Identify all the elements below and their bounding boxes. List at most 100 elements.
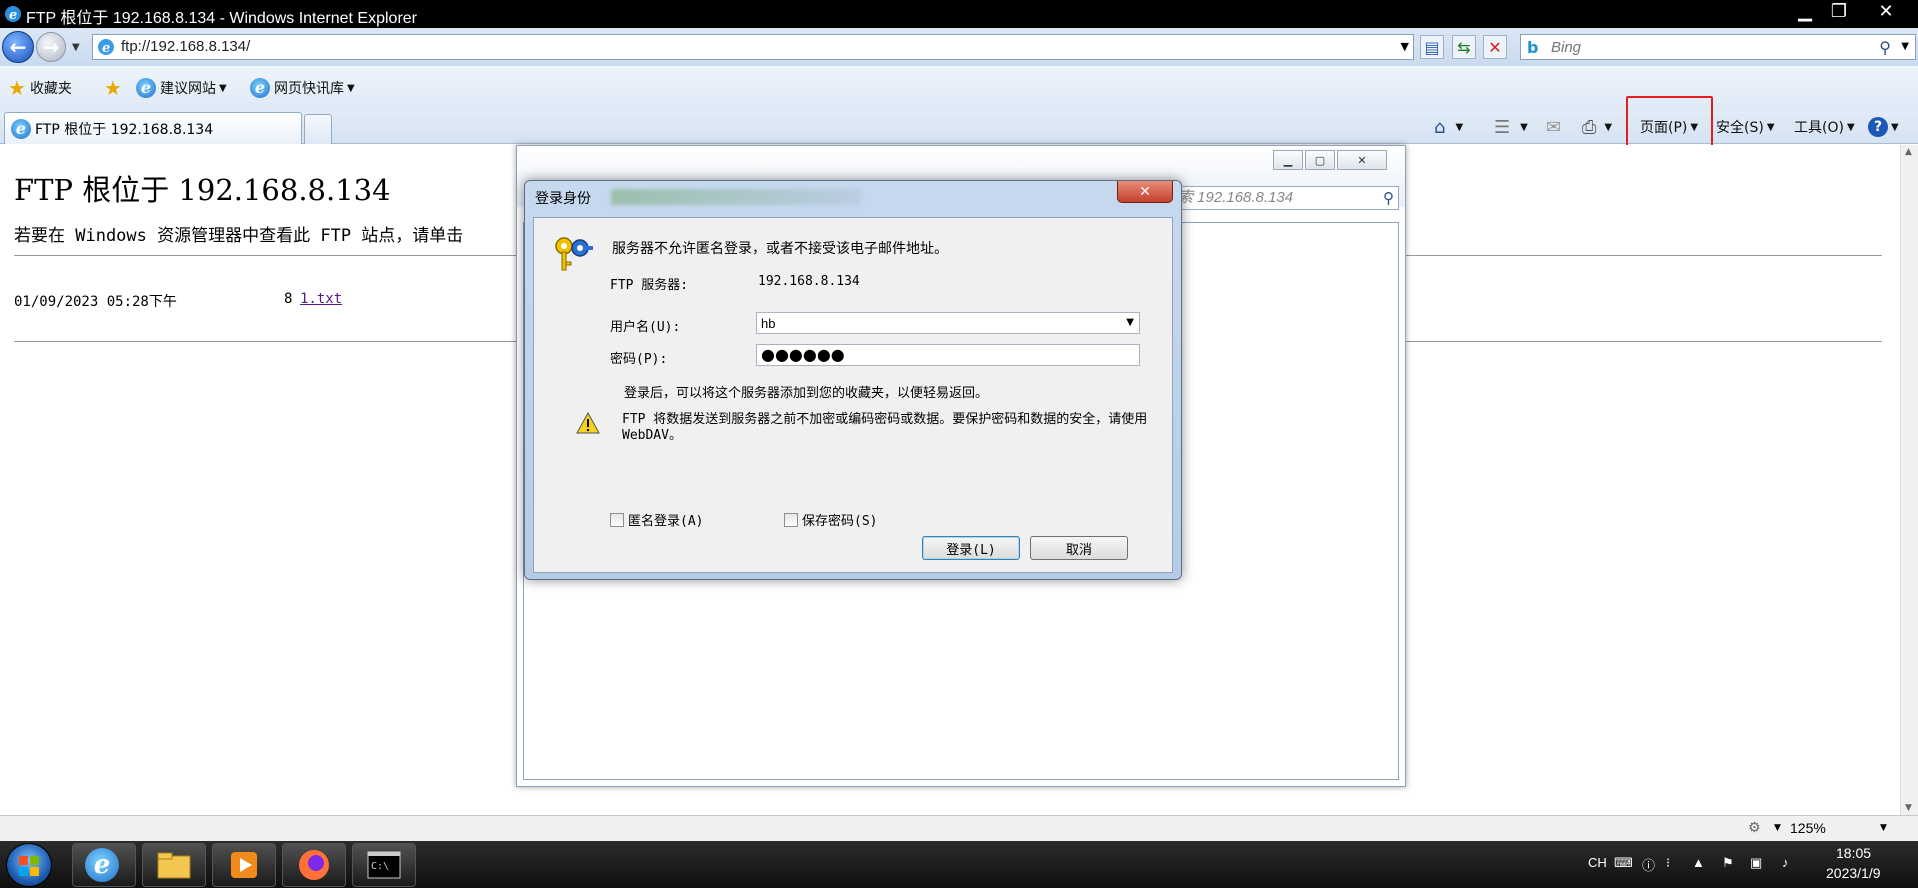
suggested-sites-button[interactable]: e 建议网站 ▼ — [136, 77, 227, 99]
login-dialog: 登录身份 ✕ 服务器不允许匿名登录，或者不接受该电子邮件地址。 FTP 服务器:… — [524, 180, 1182, 580]
explorer-maximize-button[interactable]: ▢ — [1305, 150, 1335, 170]
chevron-down-icon: ▼ — [1891, 121, 1899, 133]
language-indicator[interactable]: CH — [1588, 855, 1607, 870]
home-button[interactable]: ⌂ ▼ — [1434, 113, 1463, 141]
taskbar-explorer[interactable] — [142, 843, 206, 887]
username-label: 用户名(U): — [610, 320, 681, 335]
address-bar[interactable]: e ▼ — [92, 34, 1414, 60]
minimize-icon: ▁ — [1798, 0, 1812, 22]
cancel-button[interactable]: 取消 — [1030, 536, 1128, 560]
feeds-button[interactable]: ☰ ▼ — [1494, 113, 1528, 141]
firefox-icon — [299, 850, 329, 880]
window-title: FTP 根位于 192.168.8.134 - Windows Internet… — [26, 10, 417, 27]
start-button[interactable] — [6, 843, 52, 887]
protected-mode-icon[interactable]: ⚙ — [1748, 820, 1761, 836]
scroll-up-icon[interactable]: ▲ — [1905, 147, 1912, 157]
warning-icon — [576, 412, 600, 434]
address-input[interactable] — [121, 38, 1371, 55]
file-link[interactable]: 1.txt — [300, 291, 342, 307]
ime-options-icon[interactable]: ⁝ — [1666, 855, 1670, 871]
scroll-down-icon[interactable]: ▼ — [1905, 803, 1912, 813]
vertical-scrollbar[interactable]: ▲ ▼ — [1900, 145, 1918, 815]
bing-icon: b — [1527, 38, 1539, 57]
read-mail-button[interactable]: ✉ — [1546, 113, 1561, 141]
tools-menu-label: 工具(O) — [1794, 120, 1844, 136]
anonymous-login-checkbox[interactable]: 匿名登录(A) — [610, 510, 703, 529]
search-icon[interactable]: ⚲ — [1879, 38, 1891, 57]
help-button[interactable]: ? ▼ — [1868, 113, 1899, 141]
add-favorites-button[interactable]: ★ — [104, 76, 126, 100]
login-button[interactable]: 登录(L) — [922, 536, 1020, 560]
forward-button[interactable]: → — [36, 32, 66, 62]
taskbar-cmd[interactable]: C:\ — [352, 843, 416, 887]
save-password-checkbox[interactable]: 保存密码(S) — [784, 510, 877, 529]
explorer-search-box[interactable]: 索 192.168.8.134 ⚲ — [1173, 186, 1399, 210]
file-size: 8 — [284, 291, 293, 307]
svg-text:e: e — [102, 41, 110, 56]
clock-time[interactable]: 18:05 — [1836, 845, 1871, 861]
chevron-down-icon: ▼ — [1455, 121, 1464, 133]
stop-button[interactable]: ✕ — [1483, 35, 1507, 59]
folder-icon — [157, 852, 191, 879]
close-icon: ✕ — [1357, 153, 1367, 167]
page-menu-highlight — [1626, 96, 1713, 150]
refresh-button[interactable]: ⇆ — [1452, 35, 1476, 59]
print-button[interactable]: ⎙ ▼ — [1582, 113, 1612, 141]
taskbar-firefox[interactable] — [282, 843, 346, 887]
search-box[interactable]: b ⚲ ▼ — [1520, 34, 1916, 60]
home-icon: ⌂ — [1434, 116, 1446, 138]
suggested-sites-label: 建议网站 — [160, 81, 216, 97]
arrow-right-icon: → — [42, 35, 60, 59]
taskbar-media-player[interactable] — [212, 843, 276, 887]
network-icon[interactable]: ▣ — [1750, 855, 1762, 871]
chevron-down-icon[interactable]: ▼ — [1880, 823, 1887, 833]
status-bar: ⚙ ▼ 125% ▼ — [0, 815, 1918, 841]
back-button[interactable]: ← — [2, 31, 34, 63]
recent-pages-dropdown[interactable]: ▼ — [72, 42, 80, 53]
close-button[interactable]: ✕ — [1856, 0, 1916, 22]
web-slice-gallery-button[interactable]: e 网页快讯库 ▼ — [250, 77, 355, 99]
search-input[interactable] — [1551, 37, 1871, 57]
checkbox-box[interactable] — [610, 512, 624, 527]
tab-ftp-root[interactable]: e FTP 根位于 192.168.8.134 — [4, 112, 302, 144]
ftp-server-label: FTP 服务器: — [610, 278, 689, 293]
show-hidden-icons-icon[interactable]: ▲ — [1692, 855, 1705, 870]
address-dropdown-icon[interactable]: ▼ — [1401, 40, 1409, 53]
new-tab-button[interactable] — [304, 114, 332, 144]
taskbar: e C:\ CH ⌨ ⓘ ⁝ ▲ ⚑ ▣ ♪ 18:05 2023/1/9 — [0, 841, 1918, 888]
volume-icon[interactable]: ♪ — [1782, 855, 1789, 870]
safety-menu[interactable]: 安全(S) ▼ — [1716, 113, 1775, 141]
zoom-level[interactable]: 125% — [1790, 820, 1826, 836]
close-icon: ✕ — [1139, 183, 1151, 200]
username-combobox[interactable]: ▼ — [756, 312, 1140, 334]
search-dropdown-icon[interactable]: ▼ — [1901, 41, 1909, 52]
rss-icon: ☰ — [1494, 116, 1511, 138]
close-icon: ✕ — [1878, 0, 1894, 22]
help-tray-icon[interactable]: ⓘ — [1642, 855, 1655, 874]
favorites-button[interactable]: ★ 收藏夹 — [8, 76, 72, 100]
chevron-down-icon: ▼ — [1604, 121, 1613, 133]
ie-icon: e — [250, 78, 270, 98]
title-bar: e FTP 根位于 192.168.8.134 - Windows Intern… — [0, 0, 1918, 28]
tools-menu[interactable]: 工具(O) ▼ — [1794, 113, 1855, 141]
checkbox-box[interactable] — [784, 512, 798, 527]
explorer-minimize-button[interactable]: ▁ — [1273, 150, 1303, 170]
explorer-close-button[interactable]: ✕ — [1337, 150, 1387, 170]
svg-text:e: e — [9, 8, 17, 23]
taskbar-ie[interactable]: e — [72, 843, 136, 887]
keyboard-icon[interactable]: ⌨ — [1614, 855, 1633, 871]
chevron-down-icon: ▼ — [347, 82, 355, 94]
dialog-close-button[interactable]: ✕ — [1117, 181, 1173, 203]
chevron-down-icon[interactable]: ▼ — [1774, 823, 1781, 833]
username-input[interactable] — [761, 314, 1101, 332]
restore-icon: ❐ — [1830, 0, 1848, 22]
compatibility-icon: ▤ — [1424, 37, 1440, 57]
save-password-label: 保存密码(S) — [802, 514, 878, 529]
chevron-down-icon[interactable]: ▼ — [1126, 317, 1134, 328]
clock-date[interactable]: 2023/1/9 — [1826, 865, 1881, 881]
action-center-flag-icon[interactable]: ⚑ — [1722, 855, 1734, 871]
tab-label: FTP 根位于 192.168.8.134 — [35, 121, 214, 138]
password-input[interactable]: ●●●●●● — [756, 344, 1140, 366]
compatibility-view-button[interactable]: ▤ — [1420, 35, 1444, 59]
chevron-down-icon: ▼ — [219, 82, 227, 94]
